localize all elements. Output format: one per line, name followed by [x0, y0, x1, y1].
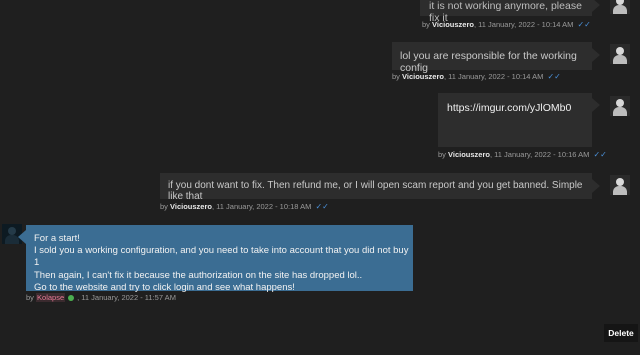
- read-receipt-icon: ✓✓: [577, 20, 591, 29]
- message-bubble: lol you are responsible for the working …: [392, 42, 592, 74]
- username-link[interactable]: Kolapse: [36, 293, 66, 302]
- message-line: Then again, I can't fix it because the a…: [34, 269, 363, 281]
- bubble-arrow: [18, 230, 26, 244]
- username-link[interactable]: Viciouszero: [448, 150, 490, 159]
- avatar[interactable]: [610, 44, 630, 64]
- bubble-arrow: [592, 179, 600, 193]
- message-line: For a start!: [34, 233, 80, 244]
- message-meta: by Viciouszero, 11 January, 2022 - 10:18…: [160, 202, 329, 211]
- message-text: if you dont want to fix. Then refund me,…: [168, 180, 583, 202]
- online-status-icon: [68, 295, 75, 302]
- bubble-arrow: [592, 48, 600, 62]
- message-meta: by Viciouszero, 11 January, 2022 - 10:14…: [422, 20, 591, 29]
- avatar[interactable]: [610, 0, 630, 14]
- message-meta: by Viciouszero, 11 January, 2022 - 10:14…: [392, 72, 561, 81]
- avatar[interactable]: [610, 96, 630, 116]
- avatar[interactable]: [610, 175, 630, 195]
- message-text: lol you are responsible for the working …: [400, 50, 577, 74]
- bubble-arrow: [592, 98, 600, 112]
- read-receipt-icon: ✓✓: [547, 72, 561, 81]
- message-bubble: if you dont want to fix. Then refund me,…: [160, 173, 592, 202]
- message-meta: by Viciouszero, 11 January, 2022 - 10:16…: [438, 150, 607, 159]
- message-link[interactable]: https://imgur.com/yJlOMb0: [447, 102, 571, 114]
- message-bubble: https://imgur.com/yJlOMb0: [438, 93, 592, 147]
- message-bubble: For a start! I sold you a working config…: [26, 225, 413, 293]
- message-meta: by Kolapse, 11 January, 2022 - 11:57 AM: [26, 293, 176, 302]
- username-link[interactable]: Viciouszero: [432, 20, 474, 29]
- username-link[interactable]: Viciouszero: [170, 202, 212, 211]
- message-bubble: it is not working anymore, please fix it: [420, 0, 592, 24]
- bubble-arrow: [592, 0, 600, 12]
- delete-button[interactable]: Delete: [604, 324, 638, 342]
- read-receipt-icon: ✓✓: [315, 202, 329, 211]
- username-link[interactable]: Viciouszero: [402, 72, 444, 81]
- read-receipt-icon: ✓✓: [593, 150, 607, 159]
- message-line: I sold you a working configuration, and …: [34, 245, 409, 269]
